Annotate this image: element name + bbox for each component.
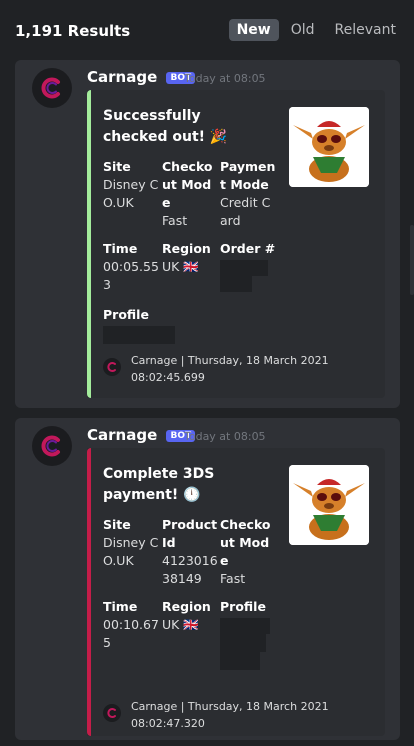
scrollbar-thumb[interactable]: [410, 225, 414, 295]
scrollbar[interactable]: [408, 60, 414, 746]
sort-tabs: New Old Relevant: [228, 19, 404, 41]
carnage-logo-icon: [41, 435, 60, 457]
field-payment-mode: Payment Mode Credit Card: [220, 159, 276, 228]
redacted-block: [220, 618, 270, 634]
embed: Complete 3DS payment! 🕛 Site Disney CO.U…: [87, 448, 385, 736]
redacted-block: [220, 260, 268, 276]
avatar[interactable]: [32, 68, 72, 108]
redacted-block: [103, 326, 175, 344]
avatar[interactable]: [32, 426, 72, 466]
embed-title: Successfully checked out! 🎉: [103, 108, 228, 145]
field-checkout-mode: Checkout Mode Fast: [220, 517, 271, 586]
field-profile: Profile: [103, 306, 223, 344]
field-checkout-mode: Checkout Mode Fast: [162, 159, 213, 228]
author-row: Carnage BOT: [87, 426, 196, 444]
results-count: 1,191 Results: [15, 22, 131, 40]
field-time: Time 00:10.675: [103, 599, 159, 650]
author-name[interactable]: Carnage: [87, 68, 157, 86]
search-result-message[interactable]: Carnage BOT Today at 08:05 Successfully …: [15, 60, 400, 408]
search-results-header: 1,191 Results New Old Relevant: [0, 0, 414, 60]
embed-accent-bar: [87, 90, 91, 398]
author-name[interactable]: Carnage: [87, 426, 157, 444]
field-profile: Profile: [220, 598, 276, 670]
message-timestamp: Today at 08:05: [184, 430, 266, 443]
embed-accent-bar: [87, 448, 91, 736]
author-row: Carnage BOT: [87, 68, 196, 86]
embed-footer: Carnage | Thursday, 18 March 2021 08:02:…: [131, 354, 329, 384]
field-product-id: Product Id 412301638149: [162, 517, 218, 586]
embed: Successfully checked out! 🎉 Site Disney …: [87, 90, 385, 398]
embed-thumbnail[interactable]: [289, 465, 369, 545]
field-time: Time 00:05.553: [103, 241, 159, 292]
message-timestamp: Today at 08:05: [184, 72, 266, 85]
field-region: Region UK 🇬🇧: [162, 241, 211, 274]
footer-icon: [103, 358, 121, 376]
tab-old[interactable]: Old: [283, 19, 323, 41]
carnage-logo-icon: [41, 77, 60, 99]
footer-icon: [103, 704, 121, 722]
embed-thumbnail[interactable]: [289, 107, 369, 187]
tab-new[interactable]: New: [228, 19, 279, 41]
field-site: Site Disney CO.UK: [103, 159, 159, 210]
stitch-plush-image: [289, 465, 369, 545]
carnage-logo-icon: [107, 362, 116, 372]
redacted-block: [220, 634, 266, 652]
carnage-logo-icon: [107, 708, 116, 718]
embed-footer: Carnage | Thursday, 18 March 2021 08:02:…: [131, 700, 329, 730]
field-region: Region UK 🇬🇧: [162, 599, 211, 632]
redacted-block: [220, 652, 260, 670]
field-site: Site Disney CO.UK: [103, 517, 159, 568]
embed-title: Complete 3DS payment! 🕛: [103, 466, 215, 503]
stitch-plush-image: [289, 107, 369, 187]
tab-relevant[interactable]: Relevant: [327, 19, 404, 41]
redacted-block: [220, 276, 252, 292]
search-result-message[interactable]: Carnage BOT Today at 08:05 Complete 3DS …: [15, 418, 400, 740]
field-order-number: Order #: [220, 240, 276, 292]
